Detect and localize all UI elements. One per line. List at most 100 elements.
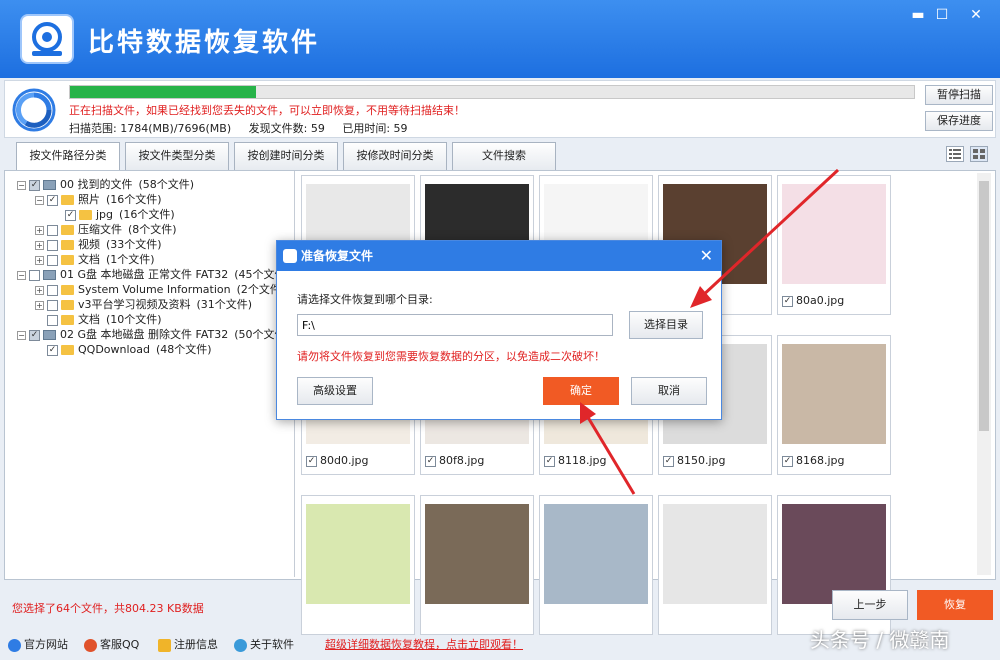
tab-by-modified[interactable]: 按修改时间分类 <box>343 142 447 170</box>
tree-item-drive-deleted[interactable]: − ✓ 02 G盘 本地磁盘 删除文件 FAT32 (50个文件 <box>17 327 286 342</box>
dialog-close-icon[interactable]: ✕ <box>700 241 713 271</box>
destination-path-input[interactable] <box>297 314 613 336</box>
cancel-button[interactable]: 取消 <box>631 377 707 405</box>
thumbnail-card[interactable]: ✓ 8168.jpg <box>777 335 891 475</box>
folder-icon <box>61 300 74 310</box>
destination-prompt: 请选择文件恢复到哪个目录: <box>297 293 433 306</box>
drive-icon <box>43 330 56 340</box>
thumbnail-card[interactable]: ✓ 80a0.jpg <box>777 175 891 315</box>
maximize-button[interactable]: ☐ <box>928 4 956 26</box>
tab-file-search[interactable]: 文件搜索 <box>452 142 556 170</box>
checkbox[interactable]: ✓ <box>47 344 58 356</box>
tree-item-photos[interactable]: − ✓ 照片 (16个文件) <box>35 192 162 207</box>
thumbnail-checkbox[interactable]: ✓ <box>782 295 793 307</box>
thumbnail-checkbox[interactable]: ✓ <box>782 455 793 467</box>
tutorial-promo-link[interactable]: 超级详细数据恢复教程，点击立即观看！ <box>325 636 523 652</box>
elapsed-time: 已用时间: 59 <box>342 122 408 135</box>
files-found: 发现文件数: 59 <box>248 122 325 135</box>
tree-item-system-volume[interactable]: + System Volume Information (2个文件) <box>35 282 285 297</box>
expand-icon[interactable]: + <box>35 255 44 265</box>
tab-by-created[interactable]: 按创建时间分类 <box>234 142 338 170</box>
thumbnail-checkbox[interactable]: ✓ <box>544 455 555 467</box>
collapse-icon[interactable]: − <box>17 270 26 280</box>
thumbnail-image[interactable] <box>425 504 529 604</box>
choose-directory-button[interactable]: 选择目录 <box>629 311 703 339</box>
checkbox[interactable] <box>47 299 58 311</box>
pause-scan-button[interactable]: 暂停扫描 <box>925 85 993 105</box>
save-progress-button[interactable]: 保存进度 <box>925 111 993 131</box>
collapse-icon[interactable]: − <box>17 180 26 190</box>
checkbox[interactable] <box>47 284 58 296</box>
thumbnail-caption: ✓ 8168.jpg <box>782 454 845 467</box>
advanced-settings-button[interactable]: 高级设置 <box>297 377 373 405</box>
watermark: 头条号 / 微赣南 <box>810 628 950 652</box>
scrollbar-thumb[interactable] <box>979 181 989 431</box>
vertical-scrollbar[interactable] <box>977 173 991 575</box>
tree-item-jpg[interactable]: ✓ jpg (16个文件) <box>65 207 175 222</box>
checkbox[interactable] <box>47 239 58 251</box>
tree-item-v3-videos[interactable]: + v3平台学习视频及资料 (31个文件) <box>35 297 252 312</box>
thumbnail-image[interactable] <box>306 504 410 604</box>
thumbnail-caption: ✓ 8150.jpg <box>663 454 726 467</box>
thumbnail-image[interactable] <box>782 344 886 444</box>
tree-item-archives[interactable]: + 压缩文件 (8个文件) <box>35 222 177 237</box>
list-view-icon[interactable] <box>946 146 964 162</box>
about-link[interactable]: 关于软件 <box>234 636 294 652</box>
globe-icon <box>8 638 21 652</box>
tree-item-found-files[interactable]: − ✓ 00 找到的文件 (58个文件) <box>17 177 194 192</box>
collapse-icon[interactable]: − <box>35 195 44 205</box>
previous-step-button[interactable]: 上一步 <box>832 590 908 620</box>
thumbnail-image[interactable] <box>782 504 886 604</box>
checkbox[interactable]: ✓ <box>29 179 40 191</box>
checkbox[interactable] <box>47 314 58 326</box>
registration-info-link[interactable]: 注册信息 <box>158 636 218 652</box>
thumbnail-image[interactable] <box>544 504 648 604</box>
checkbox[interactable] <box>47 254 58 266</box>
expand-icon[interactable]: + <box>35 240 44 250</box>
checkbox[interactable]: ✓ <box>65 209 76 221</box>
checkbox[interactable]: ✓ <box>29 329 40 341</box>
checkbox[interactable]: ✓ <box>47 194 58 206</box>
qq-penguin-icon <box>84 638 97 652</box>
checkbox[interactable] <box>29 269 40 281</box>
tree-item-documents[interactable]: + 文档 (1个文件) <box>35 252 155 267</box>
overwrite-warning: 请勿将文件恢复到您需要恢复数据的分区，以免造成二次破坏！ <box>297 350 605 363</box>
thumbnail-card[interactable] <box>658 495 772 635</box>
tab-by-type[interactable]: 按文件类型分类 <box>125 142 229 170</box>
expand-icon[interactable]: + <box>35 285 44 295</box>
thumbnail-checkbox[interactable]: ✓ <box>306 455 317 467</box>
thumbnail-caption: ✓ 80d0.jpg <box>306 454 369 467</box>
recover-button[interactable]: 恢复 <box>917 590 993 620</box>
app-logo-icon <box>22 16 72 62</box>
tree-item-qqdownload[interactable]: ✓ QQDownload (48个文件) <box>47 342 212 357</box>
close-button[interactable]: ✕ <box>962 4 990 26</box>
scan-status-panel: 正在扫描文件，如果已经找到您丢失的文件，可以立即恢复，不用等待扫描结束！ 扫描范… <box>4 80 996 138</box>
folder-icon <box>61 195 74 205</box>
checkbox[interactable] <box>47 224 58 236</box>
tree-item-drive-normal[interactable]: −01 G盘 本地磁盘 正常文件 FAT32 (45个文件 <box>17 267 286 282</box>
expand-icon[interactable]: + <box>35 225 44 235</box>
thumbnail-image[interactable] <box>782 184 886 284</box>
collapse-icon[interactable]: − <box>17 330 26 340</box>
thumbnail-caption: ✓ 8118.jpg <box>544 454 607 467</box>
thumbnail-image[interactable] <box>663 504 767 604</box>
thumbnail-checkbox[interactable]: ✓ <box>663 455 674 467</box>
dialog-title-bar: 准备恢复文件 ✕ <box>277 241 721 271</box>
official-site-link[interactable]: 官方网站 <box>8 636 68 652</box>
thumbnail-checkbox[interactable]: ✓ <box>425 455 436 467</box>
thumbnail-view-icon[interactable] <box>970 146 988 162</box>
tab-by-path[interactable]: 按文件路径分类 <box>16 142 120 172</box>
folder-icon <box>79 210 92 220</box>
expand-icon[interactable]: + <box>35 300 44 310</box>
support-qq-link[interactable]: 客服QQ <box>84 636 139 652</box>
confirm-button[interactable]: 确定 <box>543 377 619 405</box>
thumbnail-card[interactable] <box>301 495 415 635</box>
prepare-recover-dialog: 准备恢复文件 ✕ 请选择文件恢复到哪个目录: 选择目录 请勿将文件恢复到您需要恢… <box>276 240 722 420</box>
scan-stats: 扫描范围: 1784(MB)/7696(MB) 发现文件数: 59 已用时间: … <box>69 120 422 136</box>
drive-icon <box>43 180 56 190</box>
tree-item-documents-2[interactable]: 文档 (10个文件) <box>47 312 162 327</box>
tree-item-videos[interactable]: + 视频 (33个文件) <box>35 237 162 252</box>
folder-icon <box>61 225 74 235</box>
thumbnail-card[interactable] <box>539 495 653 635</box>
thumbnail-card[interactable] <box>420 495 534 635</box>
